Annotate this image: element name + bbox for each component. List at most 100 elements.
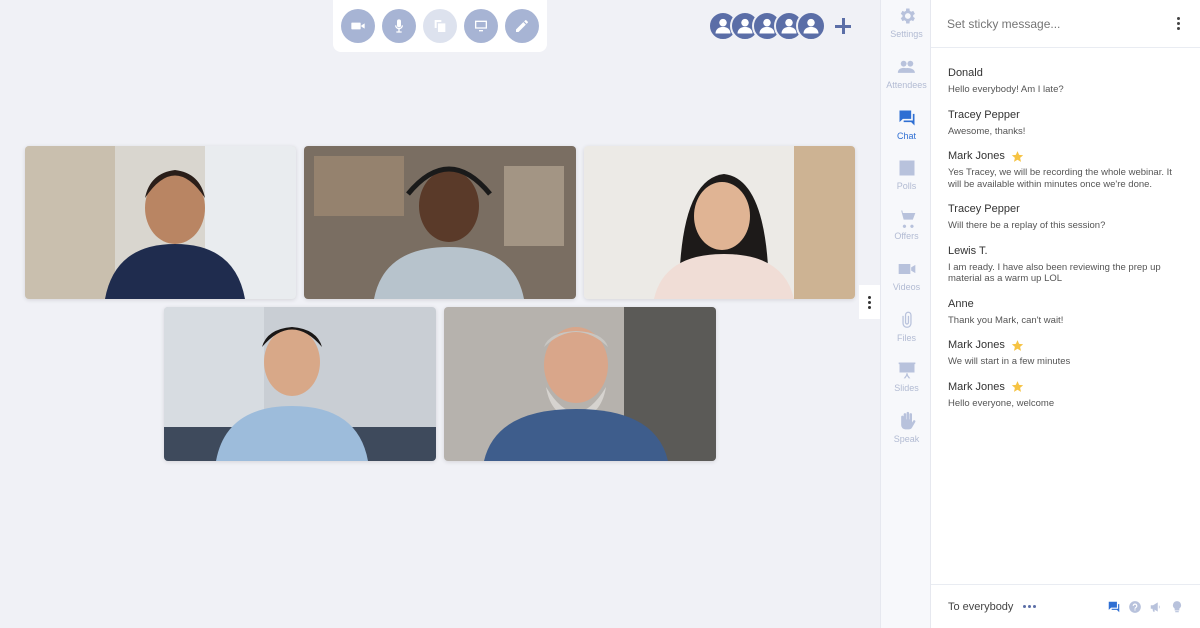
gear-icon [900, 8, 915, 24]
message-text: Thank you Mark, can't wait! [948, 314, 1064, 326]
sticky-message-input[interactable] [947, 16, 1147, 31]
media-toolbar [333, 0, 547, 52]
panel-toggle-button[interactable] [859, 285, 880, 319]
sidebar-item-files[interactable]: Files [881, 310, 932, 354]
sidebar-item-speak[interactable]: Speak [881, 411, 932, 455]
message-author: Mark Jones [948, 149, 1184, 163]
chat-icon [899, 110, 914, 126]
chat-bubble-icon[interactable] [1107, 600, 1121, 614]
message-author: Tracey Pepper [948, 108, 1184, 122]
sidebar-item-label: Slides [894, 383, 919, 393]
message-author: Mark Jones [948, 380, 1184, 394]
message-text: Yes Tracey, we will be recording the who… [948, 167, 1172, 190]
message-author: Donald [948, 66, 1184, 80]
person-silhouette-icon [164, 307, 436, 461]
sidebar-item-polls[interactable]: Polls [881, 158, 932, 202]
video-tile-4[interactable] [164, 307, 436, 461]
sidebar-item-label: Videos [892, 282, 921, 292]
star-icon [1011, 150, 1024, 162]
message-text: I am ready. I have also been reviewing t… [948, 261, 1161, 285]
bar-chart-icon [899, 160, 914, 176]
chat-messages: Donald Hello everybody! Am I late? Trace… [931, 48, 1200, 409]
star-icon [1011, 381, 1024, 392]
user-icon [803, 18, 819, 34]
sticky-message-bar [931, 0, 1200, 48]
microphone-icon [395, 19, 403, 33]
video-tile-2[interactable] [304, 146, 576, 299]
share-button[interactable] [423, 9, 457, 43]
sidebar-item-attendees[interactable]: Attendees [881, 57, 932, 101]
chat-message: Lewis T. I am ready. I have also been re… [948, 244, 1184, 285]
sidebar-item-videos[interactable]: Videos [881, 259, 932, 303]
author-name: Anne [948, 297, 974, 310]
sidebar-item-slides[interactable]: Slides [881, 360, 932, 404]
star-icon [1011, 339, 1024, 351]
paperclip-icon [901, 311, 912, 328]
recipient-selector[interactable]: To everybody [948, 601, 1013, 613]
more-options-icon[interactable] [1023, 605, 1037, 608]
video-tile-1[interactable] [25, 146, 296, 299]
chat-compose-bar: To everybody [931, 584, 1200, 628]
video-tile-5[interactable] [444, 307, 716, 461]
video-stage [0, 0, 880, 628]
sidebar-item-label: Settings [890, 29, 923, 39]
people-icon [897, 60, 915, 73]
sidebar-item-chat[interactable]: Chat [881, 108, 932, 152]
microphone-button[interactable] [382, 9, 416, 43]
chat-message: Tracey Pepper Awesome, thanks! [948, 108, 1184, 138]
avatar[interactable] [796, 11, 826, 41]
pencil-icon [516, 20, 528, 32]
author-name: Mark Jones [948, 339, 1005, 351]
sidebar-item-label: Files [896, 333, 916, 343]
cart-icon [898, 210, 915, 228]
sidebar-item-label: Polls [896, 181, 917, 191]
monitor-icon [475, 20, 487, 32]
chat-message: Mark Jones Yes Tracey, we will be record… [948, 149, 1184, 190]
message-author: Mark Jones [948, 338, 1184, 352]
copy-icon [434, 20, 446, 32]
author-name: Mark Jones [948, 150, 1005, 162]
video-tile-3[interactable] [584, 146, 855, 299]
chat-message: Anne Thank you Mark, can't wait! [948, 297, 1184, 327]
draw-button[interactable] [505, 9, 539, 43]
author-name: Tracey Pepper [948, 203, 1020, 215]
person-silhouette-icon [304, 146, 576, 299]
sidebar-item-settings[interactable]: Settings [881, 6, 932, 50]
person-silhouette-icon [25, 146, 296, 299]
question-icon[interactable] [1128, 600, 1142, 614]
chat-message: Mark Jones We will start in a few minute… [948, 338, 1184, 368]
sidebar-item-label: Chat [896, 131, 916, 141]
lightbulb-icon[interactable] [1170, 600, 1184, 614]
sidebar-item-offers[interactable]: Offers [881, 208, 932, 252]
screen-share-button[interactable] [464, 9, 498, 43]
hand-icon [900, 411, 915, 430]
message-text: Awesome, thanks! [948, 125, 1026, 137]
chat-message: Tracey Pepper Will there be a replay of … [948, 202, 1184, 232]
message-text: We will start in a few minutes [948, 356, 1071, 367]
message-author: Anne [948, 297, 1184, 311]
video-icon [898, 264, 915, 274]
message-author: Tracey Pepper [948, 202, 1184, 216]
megaphone-icon[interactable] [1149, 600, 1163, 614]
person-silhouette-icon [444, 307, 716, 461]
message-text: Hello everybody! Am I late? [948, 84, 1064, 95]
author-name: Lewis T. [948, 244, 988, 257]
sidebar-rail: Settings Attendees Chat Polls Offers Vid… [880, 0, 931, 628]
camera-button[interactable] [341, 9, 375, 43]
compose-icons [1107, 600, 1184, 614]
attendee-avatars[interactable] [708, 10, 854, 42]
message-text: Will there be a replay of this session? [948, 220, 1106, 231]
person-silhouette-icon [584, 146, 855, 299]
add-attendee-plus-icon[interactable] [832, 15, 854, 37]
sidebar-item-label: Offers [894, 231, 919, 241]
author-name: Mark Jones [948, 380, 1005, 393]
message-text: Hello everyone, welcome [948, 397, 1055, 409]
chat-message: Donald Hello everybody! Am I late? [948, 66, 1184, 96]
chat-message: Mark Jones Hello everyone, welcome [948, 380, 1184, 410]
author-name: Tracey Pepper [948, 108, 1020, 121]
presentation-icon [898, 362, 915, 379]
author-name: Donald [948, 67, 983, 79]
sidebar-item-label: Speak [893, 434, 920, 444]
chat-options-icon[interactable] [1173, 13, 1184, 34]
sidebar-item-label: Attendees [886, 80, 927, 90]
